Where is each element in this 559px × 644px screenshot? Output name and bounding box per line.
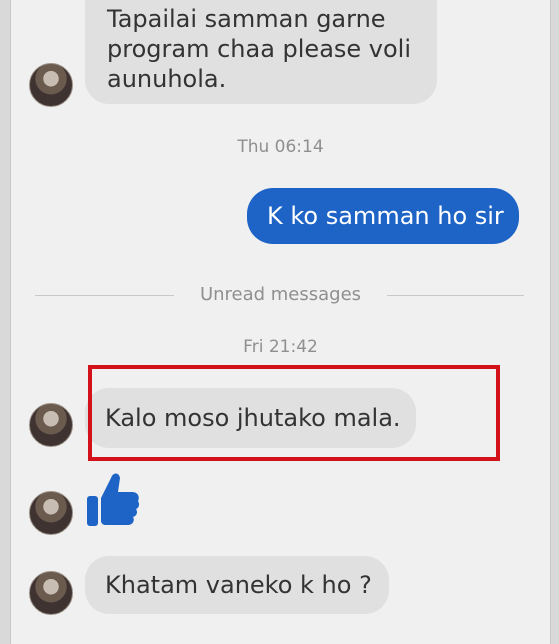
message-text: Khatam vaneko k ho ? [105, 571, 372, 599]
divider-line-right [387, 295, 524, 296]
sender-avatar[interactable] [29, 63, 73, 107]
thumbs-up-icon[interactable] [85, 470, 141, 532]
sender-avatar[interactable] [29, 403, 73, 447]
timestamp: Thu 06:14 [237, 137, 324, 157]
sender-avatar[interactable] [29, 491, 73, 535]
incoming-message-bubble[interactable]: Tapailai samman garne program chaa pleas… [85, 0, 437, 104]
message-text: K ko samman ho sir [267, 202, 504, 230]
chat-screen: Tapailai samman garne program chaa pleas… [10, 0, 551, 644]
outgoing-message-bubble[interactable]: K ko samman ho sir [247, 188, 519, 244]
red-highlight-box [88, 365, 500, 461]
timestamp: Fri 21:42 [243, 337, 318, 357]
sender-avatar[interactable] [29, 571, 73, 615]
message-text: Tapailai samman garne program chaa pleas… [107, 5, 412, 93]
incoming-message-bubble[interactable]: Khatam vaneko k ho ? [85, 556, 389, 614]
